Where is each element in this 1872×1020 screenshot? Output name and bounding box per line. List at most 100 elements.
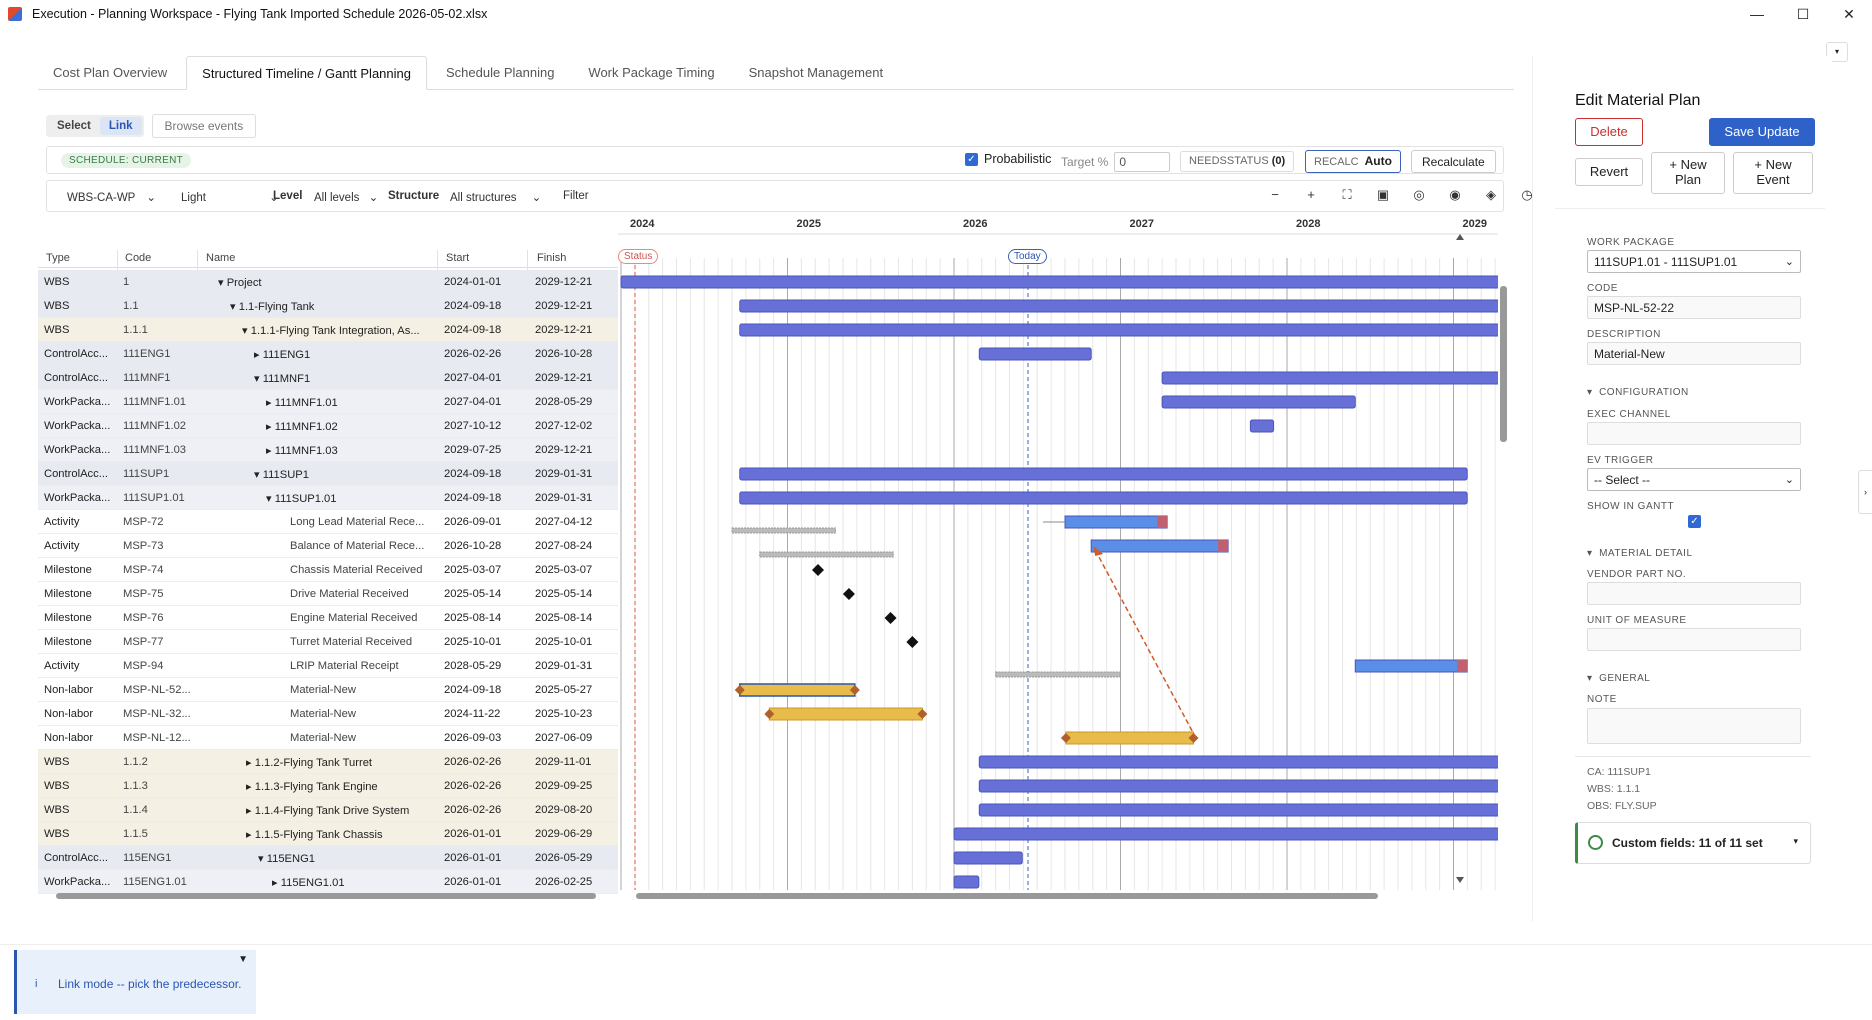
grid-scrollbar[interactable] — [56, 893, 596, 899]
theme-select[interactable]: Light ⌄ — [181, 190, 279, 204]
header-type[interactable]: Type — [46, 252, 70, 264]
unit-of-measure-field[interactable] — [1587, 628, 1801, 651]
scroll-up-icon[interactable] — [1456, 234, 1464, 240]
summary-bar[interactable] — [978, 347, 1092, 361]
milestone-diamond[interactable] — [811, 564, 824, 576]
delete-button[interactable]: Delete — [1575, 118, 1643, 146]
work-package-select[interactable]: 111SUP1.01 - 111SUP1.01 ⌄ — [1587, 250, 1801, 273]
table-row[interactable]: WorkPacka... 111MNF1.03 ▸ 111MNF1.03 2029-0… — [38, 438, 618, 462]
table-row[interactable]: ControlAcc... 111MNF1 ▾ 111MNF1 2027-04-01 2… — [38, 366, 618, 390]
browse-events-button[interactable]: Browse events — [151, 114, 257, 138]
ev-trigger-select[interactable]: -- Select -- ⌄ — [1587, 468, 1801, 491]
material-bar[interactable] — [768, 707, 923, 721]
table-row[interactable]: WBS 1.1.1 ▾ 1.1.1-Flying Tank Integration,… — [38, 318, 618, 342]
summary-bar[interactable] — [953, 875, 980, 889]
level-select[interactable]: All levels ⌄ — [314, 190, 378, 204]
configuration-section[interactable]: ▾ CONFIGURATION — [1587, 387, 1689, 398]
note-field[interactable] — [1587, 708, 1801, 744]
target-input[interactable]: 0 — [1114, 152, 1171, 172]
summary-bar[interactable] — [739, 491, 1468, 505]
summary-bar[interactable] — [1161, 371, 1498, 385]
wbs-select[interactable]: WBS-CA-WP ⌄ — [67, 190, 156, 204]
vendor-part-field[interactable] — [1587, 582, 1801, 605]
close-button[interactable]: ✕ — [1826, 0, 1872, 28]
collapse-toast-icon[interactable]: ▼ — [238, 954, 248, 965]
tab-schedule[interactable]: Schedule Planning — [431, 56, 569, 90]
filter-button[interactable]: Filter — [563, 190, 589, 202]
structure-select[interactable]: All structures ⌄ — [450, 190, 541, 204]
gantt-chart[interactable]: 2024 2025 2026 2027 2028 2029 Status Today — [618, 212, 1498, 890]
probabilistic-toggle[interactable]: ✓ Probabilistic — [965, 152, 1051, 166]
table-row[interactable]: WorkPacka... 111MNF1.02 ▸ 111MNF1.02 2027-1… — [38, 414, 618, 438]
description-field[interactable]: Material-New — [1587, 342, 1801, 365]
save-update-button[interactable]: Save Update — [1709, 118, 1815, 146]
gantt-vscrollbar[interactable] — [1500, 286, 1507, 442]
activity-bar[interactable] — [1064, 515, 1168, 529]
header-finish[interactable]: Finish — [537, 252, 566, 264]
select-mode-button[interactable]: Select — [48, 117, 100, 135]
header-start[interactable]: Start — [446, 252, 469, 264]
frame-icon[interactable]: ▣ — [1365, 187, 1401, 203]
table-row[interactable]: ControlAcc... 111SUP1 ▾ 111SUP1 2024-09-18 2… — [38, 462, 618, 486]
summary-bar[interactable] — [978, 755, 1498, 769]
tab-snapshot[interactable]: Snapshot Management — [734, 56, 898, 90]
new-plan-button[interactable]: + New Plan — [1651, 152, 1725, 194]
tab-wp-timing[interactable]: Work Package Timing — [573, 56, 729, 90]
link-mode-button[interactable]: Link — [99, 117, 142, 135]
recalc-toggle[interactable]: RECALC Auto — [1305, 150, 1401, 173]
revert-button[interactable]: Revert — [1575, 158, 1643, 186]
table-row[interactable]: WBS 1 ▾ Project 2024-01-01 2029-12-21 — [38, 270, 618, 294]
table-row[interactable]: WorkPacka... 115ENG1.01 ▸ 115ENG1.01 2026-0… — [38, 870, 618, 894]
zoom-out-icon[interactable]: − — [1257, 187, 1293, 203]
gantt-canvas[interactable]: 2024 2025 2026 2027 2028 2029 — [618, 212, 1498, 890]
table-row[interactable]: WBS 1.1.4 ▸ 1.1.4-Flying Tank Drive System… — [38, 798, 618, 822]
table-row[interactable]: Non-labor MSP-NL-32... Material-New 2024-11… — [38, 702, 618, 726]
summary-bar[interactable] — [620, 275, 1498, 289]
table-row[interactable]: Activity MSP-94 LRIP Material Receipt 2028-… — [38, 654, 618, 678]
gantt-scrollbar[interactable] — [636, 893, 1378, 899]
needs-status-button[interactable]: NEEDSSTATUS (0) — [1180, 151, 1295, 172]
summary-bar[interactable] — [1161, 395, 1356, 409]
minimize-button[interactable]: — — [1734, 0, 1780, 28]
exec-channel-field[interactable] — [1587, 422, 1801, 445]
table-row[interactable]: Milestone MSP-76 Engine Material Received 2… — [38, 606, 618, 630]
summary-bar[interactable] — [953, 827, 1498, 841]
table-row[interactable]: Activity MSP-73 Balance of Material Rece..… — [38, 534, 618, 558]
table-row[interactable]: Milestone MSP-77 Turret Material Received 2… — [38, 630, 618, 654]
milestone-icon[interactable]: ◈ — [1473, 187, 1509, 203]
activity-bar[interactable] — [1090, 539, 1229, 553]
table-row[interactable]: WBS 1.1.2 ▸ 1.1.2-Flying Tank Turret 2026-0… — [38, 750, 618, 774]
pending-link[interactable] — [1094, 549, 1197, 739]
custom-fields-panel[interactable]: Custom fields: 11 of 11 set ▾ — [1575, 822, 1811, 864]
summary-bar[interactable] — [953, 851, 1023, 865]
show-in-gantt-checkbox[interactable]: ✓ — [1688, 515, 1701, 528]
maximize-button[interactable]: ☐ — [1780, 0, 1826, 28]
table-row[interactable]: ControlAcc... 111ENG1 ▸ 111ENG1 2026-02-26 2… — [38, 342, 618, 366]
table-row[interactable]: Non-labor MSP-NL-52... Material-New 2024-09… — [38, 678, 618, 702]
summary-bar[interactable] — [978, 779, 1498, 793]
summary-bar[interactable] — [1249, 419, 1275, 433]
checkbox-icon[interactable]: ✓ — [965, 152, 978, 166]
tab-gantt[interactable]: Structured Timeline / Gantt Planning — [186, 56, 427, 90]
code-field[interactable]: MSP-NL-52-22 — [1587, 296, 1801, 319]
material-bar[interactable] — [1065, 731, 1195, 745]
table-row[interactable]: Activity MSP-72 Long Lead Material Rece...… — [38, 510, 618, 534]
summary-bar[interactable] — [739, 323, 1498, 337]
material-detail-section[interactable]: ▾ MATERIAL DETAIL — [1587, 548, 1693, 559]
table-row[interactable]: WorkPacka... 111MNF1.01 ▸ 111MNF1.01 2027-0… — [38, 390, 618, 414]
tab-cost-plan[interactable]: Cost Plan Overview — [38, 56, 182, 90]
critical-path-icon[interactable]: ◉ — [1437, 187, 1473, 203]
table-row[interactable]: WBS 1.1 ▾ 1.1-Flying Tank 2024-09-18 2029-12… — [38, 294, 618, 318]
general-section[interactable]: ▾ GENERAL — [1587, 673, 1650, 684]
scroll-down-icon[interactable] — [1456, 877, 1464, 883]
fit-icon[interactable]: ⛶ — [1329, 187, 1365, 203]
table-row[interactable]: Milestone MSP-74 Chassis Material Received… — [38, 558, 618, 582]
summary-bar[interactable] — [978, 803, 1498, 817]
summary-bar[interactable] — [739, 299, 1498, 313]
milestone-diamond[interactable] — [884, 612, 897, 624]
milestone-diamond[interactable] — [906, 636, 919, 648]
new-event-button[interactable]: + New Event — [1733, 152, 1813, 194]
table-row[interactable]: WBS 1.1.3 ▸ 1.1.3-Flying Tank Engine 2026-0… — [38, 774, 618, 798]
activity-bar[interactable] — [1354, 659, 1468, 673]
zoom-in-icon[interactable]: + — [1293, 187, 1329, 203]
